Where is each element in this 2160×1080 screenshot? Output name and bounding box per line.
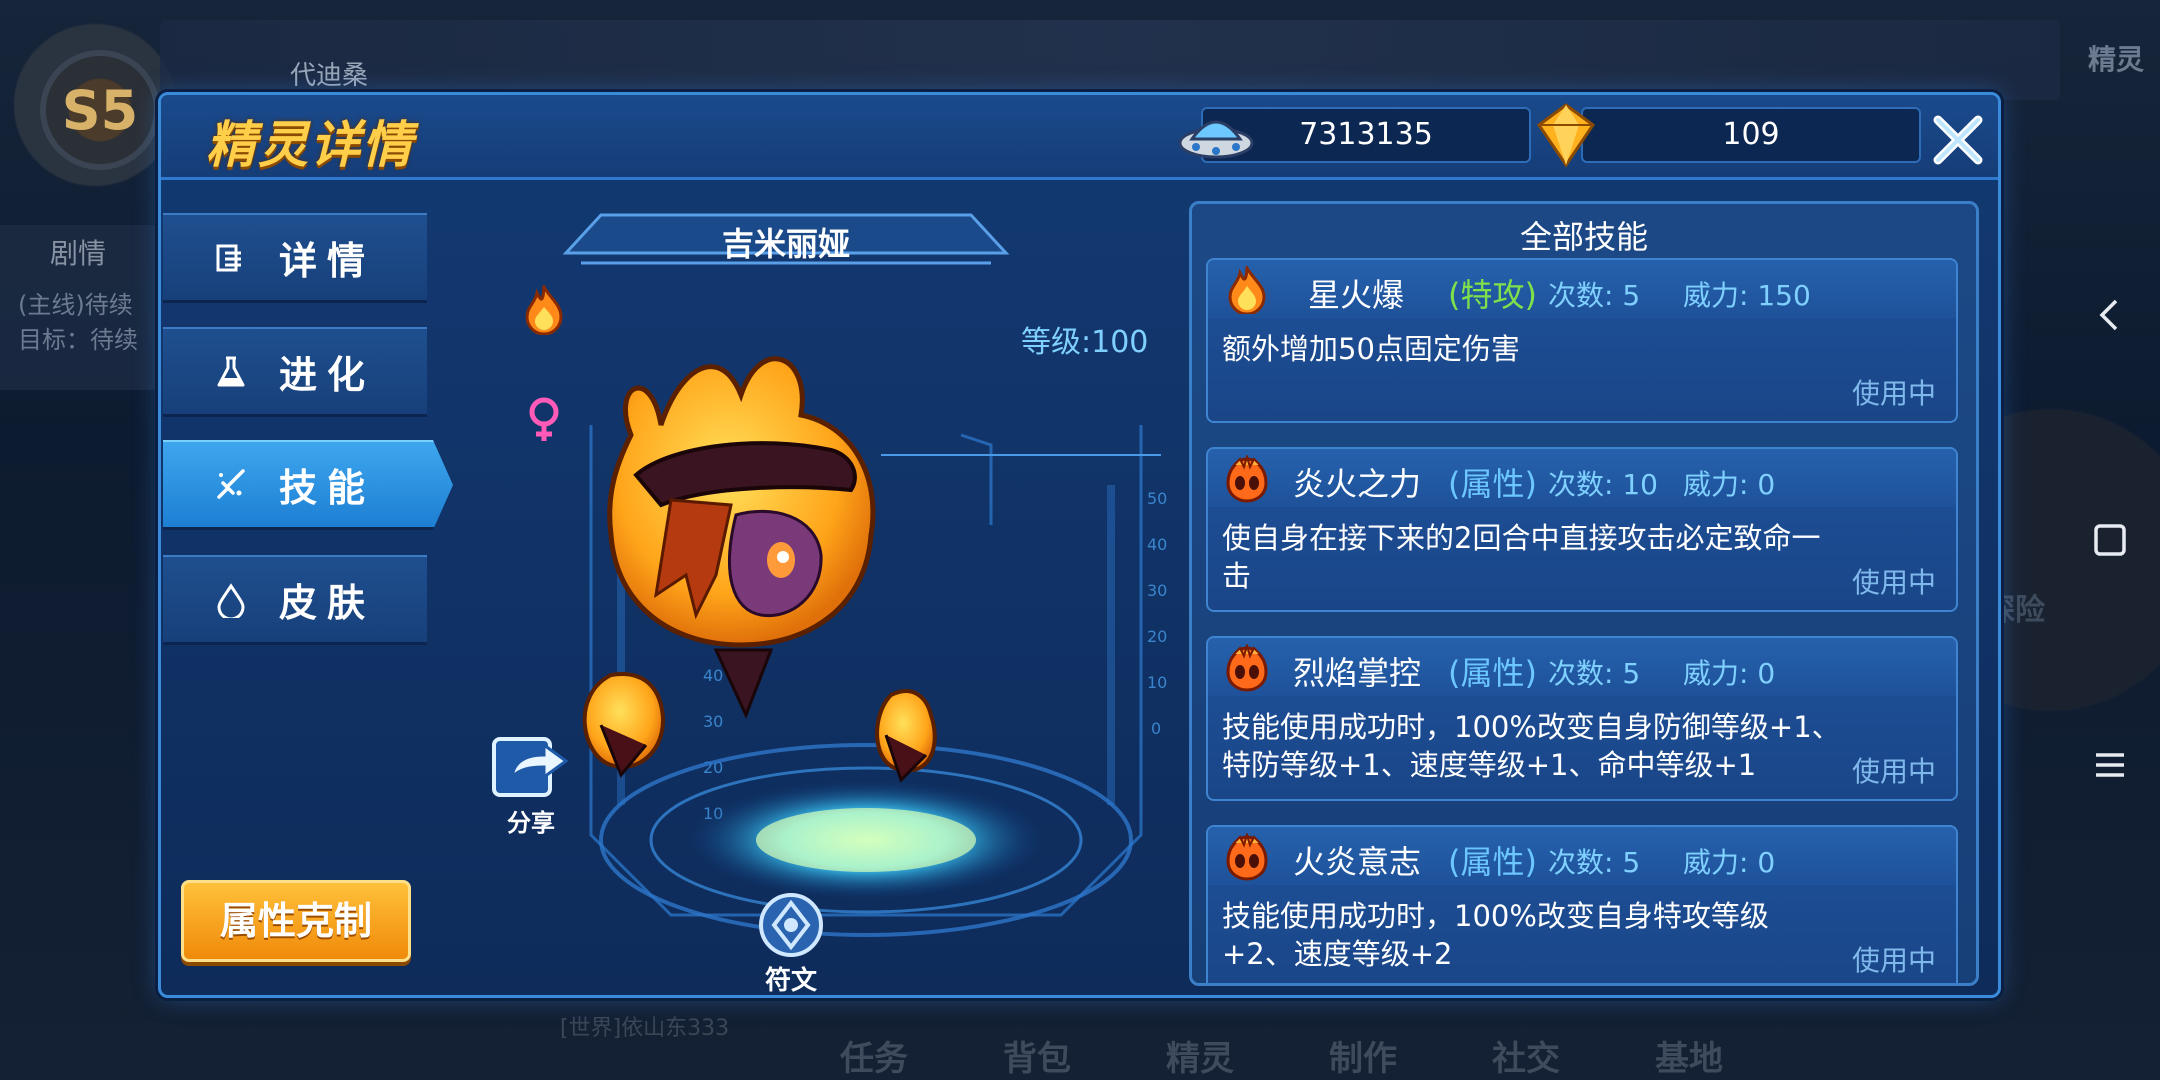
skill-power: 威力: 150 [1683,279,1811,312]
bottom-nav-item: 精灵 [1166,1039,1234,1079]
share-icon [492,737,569,797]
skill-category: (特攻) [1448,276,1537,314]
share-button[interactable]: 分享 [486,725,576,837]
bottom-nav-item: 背包 [1003,1039,1071,1079]
skill-description: 额外增加50点固定伤害 [1222,332,1520,366]
droplet-icon [217,582,245,618]
ufo-coin-icon [1176,103,1256,165]
page-title: 精灵详情 [206,116,414,174]
close-icon [1933,115,1983,165]
skill-status: 使用中 [1851,755,1936,788]
spirit-name: 吉米丽娅 [721,225,850,263]
rune-button[interactable]: 符文 [746,885,836,996]
tab-skins[interactable]: 皮肤 [163,555,427,645]
skill-card[interactable]: 炎火之力 (属性) 次数: 10 威力: 0 使自身在接下来的2回合中直接攻击必… [1206,447,1958,612]
bottom-nav-item: 基地 [1655,1039,1723,1079]
share-label: 分享 [507,809,555,837]
female-gender-icon [521,395,567,445]
gem-counter: 109 [1581,107,1921,163]
tab-evolve[interactable]: 进化 [163,327,427,417]
tab-details-label: 详情 [279,239,376,283]
story-line: 目标：待续 [18,326,138,354]
bottom-nav-item: 社交 [1492,1039,1560,1079]
skills-title: 全部技能 [1519,218,1648,256]
spirit-detail-panel: 精灵详情 7313135 109 详情 进化 技能 皮肤 属性克制 40 30 … [158,92,2001,998]
bottom-nav-item: 任务 [840,1039,908,1079]
skill-power: 威力: 0 [1683,846,1776,879]
scale-tick: 0 [1151,719,1161,738]
rune-label: 符文 [764,966,817,996]
skills-panel: 全部技能 星火爆 (特攻) 次数: 5 威力: 150 额外增加50点固定伤害 … [1189,201,1979,986]
tab-skills-label: 技能 [279,466,376,510]
skill-name: 烈焰掌控 [1293,654,1422,692]
skill-status: 使用中 [1851,566,1936,599]
scale-tick: 50 [1147,489,1167,508]
tab-skills[interactable]: 技能 [163,440,453,530]
tab-skins-label: 皮肤 [279,581,376,625]
skill-card[interactable]: 烈焰掌控 (属性) 次数: 5 威力: 0 技能使用成功时，100%改变自身防御… [1206,636,1958,801]
story-line: (主线)待续 [18,291,133,319]
tab-evolve-label: 进化 [279,353,376,397]
fire-flame-icon [1228,266,1266,314]
menu-icon[interactable] [2090,745,2130,785]
skill-description: 技能使用成功时，100%改变自身防御等级+1、特防等级+1、速度等级+1、命中等… [1222,710,1841,782]
home-icon[interactable] [2090,520,2130,560]
skill-category: (属性) [1448,465,1537,503]
flask-icon [217,356,245,386]
skill-power: 威力: 0 [1683,468,1776,501]
skill-name: 火炎意志 [1293,843,1422,881]
skill-status: 使用中 [1851,377,1936,410]
spirit-name-plate: 吉米丽娅 [561,213,1011,273]
panel-header: 精灵详情 7313135 109 [161,95,1998,180]
skill-category: (属性) [1448,843,1537,881]
skill-name: 炎火之力 [1293,465,1422,503]
skill-status: 使用中 [1851,944,1936,977]
world-chat: [世界]依山东333 [560,1016,730,1041]
bottom-nav-item: 制作 [1329,1039,1397,1079]
background-top-bar [160,20,2060,100]
tab-details[interactable]: 详情 [163,213,427,303]
rank-badge: S5 [40,50,160,170]
gem-value: 109 [1722,117,1780,152]
scale-tick: 20 [1147,627,1167,646]
scale-tick: 10 [1147,673,1167,692]
story-title: 剧情 [50,237,107,270]
fire-element-icon [521,281,567,336]
spirit-level: 等级:100 [1021,325,1149,360]
skill-count: 次数: 5 [1548,279,1641,312]
details-icon [216,244,241,271]
fire-paw-icon [1226,455,1268,503]
scale-tick: 40 [1147,535,1167,554]
skill-card[interactable]: 星火爆 (特攻) 次数: 5 威力: 150 额外增加50点固定伤害 使用中 [1206,258,1958,423]
skill-category: (属性) [1448,654,1537,692]
skill-name: 星火爆 [1308,276,1405,314]
skill-count: 次数: 10 [1548,468,1658,501]
diamond-icon [1531,99,1601,171]
background-bottom-nav: 任务 背包 精灵 制作 社交 基地 [820,985,1960,1080]
skill-description: 使自身在接下来的2回合中直接攻击必定致命一击 [1222,521,1821,593]
type-chart-button[interactable]: 属性克制 [181,880,411,962]
system-navigation-bar [2060,0,2160,1080]
skill-count: 次数: 5 [1548,846,1641,879]
fire-paw-icon [1226,833,1268,881]
rune-icon [759,893,823,957]
sword-icon [217,468,245,499]
spirit-showcase: 50 40 30 20 10 50 40 30 20 10 0 [582,356,1167,937]
back-icon[interactable] [2090,295,2130,335]
skill-power: 威力: 0 [1683,657,1776,690]
spirit-character [582,356,937,783]
close-button[interactable] [1928,110,1988,170]
scale-tick: 30 [1147,581,1167,600]
fire-paw-icon [1226,644,1268,692]
scale-tick: 40 [703,666,723,685]
scale-tick: 30 [703,712,723,731]
skill-description: 技能使用成功时，100%改变自身特攻等级+2、速度等级+2 [1222,899,1769,971]
skill-card[interactable]: 火炎意志 (属性) 次数: 5 威力: 0 技能使用成功时，100%改变自身特攻… [1206,825,1958,983]
skill-count: 次数: 5 [1548,657,1641,690]
player-name: 代迪桑 [290,61,369,91]
